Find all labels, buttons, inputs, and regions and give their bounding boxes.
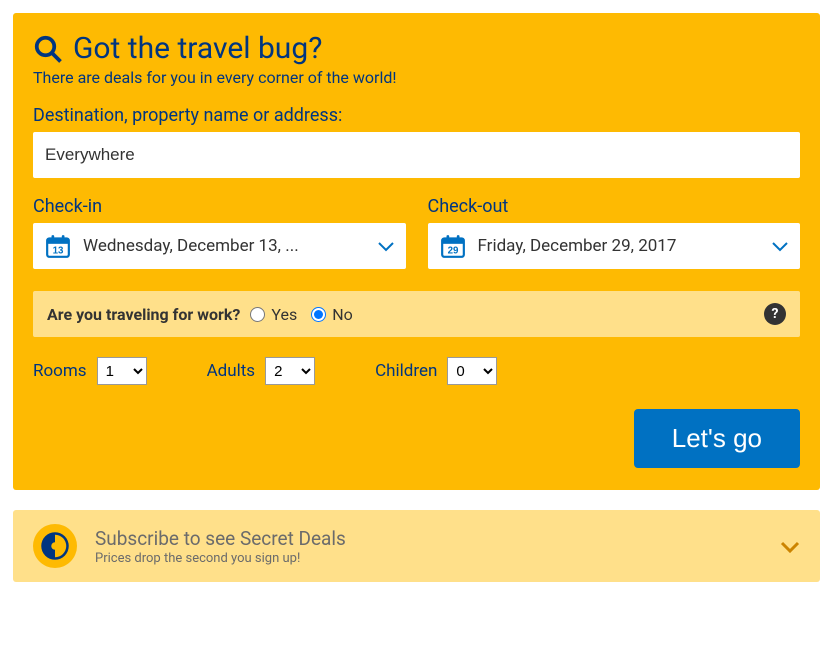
- checkin-picker[interactable]: 13 Wednesday, December 13, ...: [33, 223, 406, 269]
- search-button[interactable]: Let's go: [634, 409, 800, 468]
- work-yes-radio[interactable]: Yes: [250, 305, 297, 324]
- work-no-radio[interactable]: No: [311, 305, 353, 324]
- work-yes-label: Yes: [271, 305, 297, 324]
- subscribe-title: Subscribe to see Secret Deals: [95, 527, 780, 550]
- counters-row: Rooms 1 Adults 2 Children 0: [33, 357, 800, 385]
- checkout-column: Check-out 29 Friday, December 29, 2017: [428, 196, 801, 269]
- adults-counter: Adults 2: [207, 357, 316, 385]
- page-subheading: There are deals for you in every corner …: [33, 68, 800, 87]
- destination-input[interactable]: [33, 132, 800, 178]
- rooms-label: Rooms: [33, 361, 87, 381]
- date-row: Check-in 13 Wednesday, December 13, ...: [33, 196, 800, 269]
- chevron-down-icon: [378, 236, 394, 257]
- adults-select[interactable]: 2: [265, 357, 315, 385]
- checkout-label: Check-out: [428, 196, 801, 217]
- chevron-down-icon: [780, 534, 800, 559]
- children-select[interactable]: 0: [447, 357, 497, 385]
- rooms-select[interactable]: 1: [97, 357, 147, 385]
- heading-row: Got the travel bug?: [33, 31, 800, 66]
- subscribe-subtitle: Prices drop the second you sign up!: [95, 551, 780, 566]
- checkin-column: Check-in 13 Wednesday, December 13, ...: [33, 196, 406, 269]
- search-icon: [33, 34, 63, 64]
- page-heading: Got the travel bug?: [73, 31, 322, 66]
- deals-icon: [33, 524, 77, 568]
- rooms-counter: Rooms 1: [33, 357, 147, 385]
- svg-text:29: 29: [447, 246, 458, 257]
- work-question: Are you traveling for work?: [47, 305, 240, 324]
- checkin-label: Check-in: [33, 196, 406, 217]
- checkout-picker[interactable]: 29 Friday, December 29, 2017: [428, 223, 801, 269]
- chevron-down-icon: [772, 236, 788, 257]
- search-panel: Got the travel bug? There are deals for …: [13, 13, 820, 490]
- checkin-text: Wednesday, December 13, ...: [83, 236, 378, 256]
- children-label: Children: [375, 361, 437, 381]
- work-travel-bar: Are you traveling for work? Yes No ?: [33, 291, 800, 337]
- subscribe-panel[interactable]: Subscribe to see Secret Deals Prices dro…: [13, 510, 820, 582]
- checkout-text: Friday, December 29, 2017: [478, 236, 773, 256]
- help-icon[interactable]: ?: [764, 303, 786, 325]
- calendar-icon: 29: [440, 233, 466, 259]
- work-no-label: No: [332, 305, 353, 324]
- subscribe-text: Subscribe to see Secret Deals Prices dro…: [95, 527, 780, 566]
- calendar-icon: 13: [45, 233, 71, 259]
- adults-label: Adults: [207, 361, 256, 381]
- children-counter: Children 0: [375, 357, 497, 385]
- submit-row: Let's go: [33, 409, 800, 468]
- destination-label: Destination, property name or address:: [33, 105, 800, 126]
- svg-text:13: 13: [53, 246, 64, 257]
